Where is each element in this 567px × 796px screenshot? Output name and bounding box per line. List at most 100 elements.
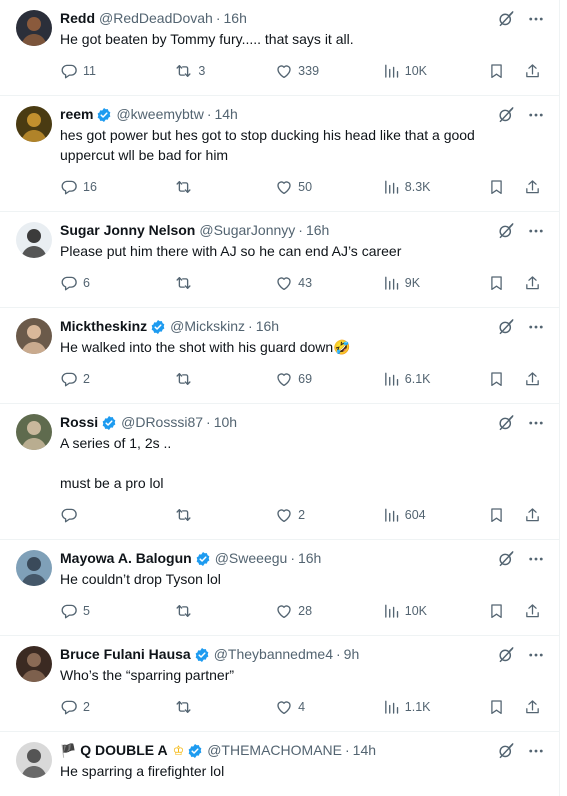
retweet-button[interactable] [174,274,275,292]
reply-button[interactable]: 16 [60,178,174,196]
share-button[interactable] [524,370,543,388]
tweet-reply[interactable]: Bruce Fulani Hausa @Theybannedme4 · 9h Who’s… [0,636,559,732]
views-button[interactable]: 1.1K [383,698,489,716]
avatar[interactable] [16,646,52,682]
verified-badge-icon[interactable] [195,551,211,567]
like-button[interactable]: 43 [275,274,383,292]
verified-badge-icon[interactable] [150,319,166,335]
display-name[interactable]: Sugar Jonny Nelson [60,221,195,240]
share-button[interactable] [524,602,543,620]
reply-button[interactable] [60,506,174,524]
bookmark-button[interactable] [488,602,513,620]
avatar[interactable] [16,550,52,586]
share-button[interactable] [524,506,543,524]
timestamp[interactable]: 9h [344,645,360,664]
views-button[interactable]: 9K [383,274,489,292]
verified-badge-icon[interactable] [96,107,112,123]
grok-icon[interactable] [497,742,515,760]
like-button[interactable]: 4 [275,698,383,716]
views-button[interactable]: 10K [383,62,489,80]
more-icon[interactable] [527,222,545,240]
reply-button[interactable]: 2 [60,370,174,388]
views-button[interactable]: 8.3K [383,178,489,196]
grok-icon[interactable] [497,10,515,28]
share-button[interactable] [524,698,543,716]
display-name[interactable]: Bruce Fulani Hausa [60,645,191,664]
like-button[interactable]: 69 [275,370,383,388]
grok-icon[interactable] [497,414,515,432]
verified-badge-icon[interactable] [187,743,203,759]
bookmark-button[interactable] [488,506,513,524]
tweet-reply[interactable]: Redd @RedDeadDovah · 16h He got beaten by To… [0,0,559,96]
more-icon[interactable] [527,106,545,124]
retweet-button[interactable] [174,178,275,196]
avatar[interactable] [16,742,52,778]
user-handle[interactable]: @SugarJonnyy [199,221,295,240]
more-icon[interactable] [527,318,545,336]
like-button[interactable]: 28 [275,602,383,620]
retweet-button[interactable] [174,698,275,716]
more-icon[interactable] [527,550,545,568]
timestamp[interactable]: 14h [353,741,376,760]
user-handle[interactable]: @DRosssi87 [121,413,203,432]
tweet-reply[interactable]: Sugar Jonny Nelson @SugarJonnyy · 16h Please… [0,212,559,308]
grok-icon[interactable] [497,550,515,568]
timestamp[interactable]: 14h [214,105,237,124]
timestamp[interactable]: 16h [306,221,329,240]
retweet-button[interactable] [174,370,275,388]
tweet-reply[interactable]: reem @kweemybtw · 14h hes got power but hes … [0,96,559,212]
bookmark-button[interactable] [488,62,513,80]
retweet-button[interactable] [174,602,275,620]
timestamp[interactable]: 16h [224,9,247,28]
like-button[interactable]: 2 [275,506,383,524]
avatar[interactable] [16,414,52,450]
avatar[interactable] [16,10,52,46]
avatar[interactable] [16,318,52,354]
user-handle[interactable]: @Theybannedme4 [214,645,333,664]
bookmark-button[interactable] [488,698,513,716]
display-name[interactable]: Redd [60,9,95,28]
bookmark-button[interactable] [488,178,513,196]
verified-badge-icon[interactable] [194,647,210,663]
reply-button[interactable]: 11 [60,62,174,80]
share-button[interactable] [524,274,543,292]
timestamp[interactable]: 16h [298,549,321,568]
more-icon[interactable] [527,646,545,664]
user-handle[interactable]: @Sweeegu [215,549,288,568]
bookmark-button[interactable] [488,370,513,388]
user-handle[interactable]: @THEMACHOMANE [207,741,342,760]
more-icon[interactable] [527,10,545,28]
retweet-button[interactable]: 3 [174,62,275,80]
views-button[interactable]: 6.1K [383,370,489,388]
reply-button[interactable]: 2 [60,698,174,716]
more-icon[interactable] [527,414,545,432]
tweet-reply[interactable]: Mayowa A. Balogun @Sweeegu · 16h He couldn’t… [0,540,559,636]
more-icon[interactable] [527,742,545,760]
user-handle[interactable]: @Mickskinz [170,317,245,336]
user-handle[interactable]: @RedDeadDovah [99,9,213,28]
avatar[interactable] [16,222,52,258]
timestamp[interactable]: 10h [214,413,237,432]
reply-button[interactable]: 6 [60,274,174,292]
share-button[interactable] [524,62,543,80]
bookmark-button[interactable] [488,274,513,292]
tweet-reply[interactable]: Micktheskinz @Mickskinz · 16h He walked into… [0,308,559,404]
grok-icon[interactable] [497,222,515,240]
grok-icon[interactable] [497,318,515,336]
tweet-reply[interactable]: 🏴 Q DOUBLE A ♔ @THEMACHOMANE · 14h He sparring… [0,732,559,796]
display-name[interactable]: Mayowa A. Balogun [60,549,192,568]
like-button[interactable]: 50 [275,178,383,196]
verified-badge-icon[interactable] [101,415,117,431]
user-handle[interactable]: @kweemybtw [116,105,203,124]
views-button[interactable]: 604 [383,506,489,524]
avatar[interactable] [16,106,52,142]
share-button[interactable] [524,178,543,196]
retweet-button[interactable] [174,506,275,524]
display-name[interactable]: Micktheskinz [60,317,147,336]
grok-icon[interactable] [497,646,515,664]
grok-icon[interactable] [497,106,515,124]
display-name[interactable]: Rossi [60,413,98,432]
timestamp[interactable]: 16h [256,317,279,336]
display-name[interactable]: reem [60,105,93,124]
reply-button[interactable]: 5 [60,602,174,620]
